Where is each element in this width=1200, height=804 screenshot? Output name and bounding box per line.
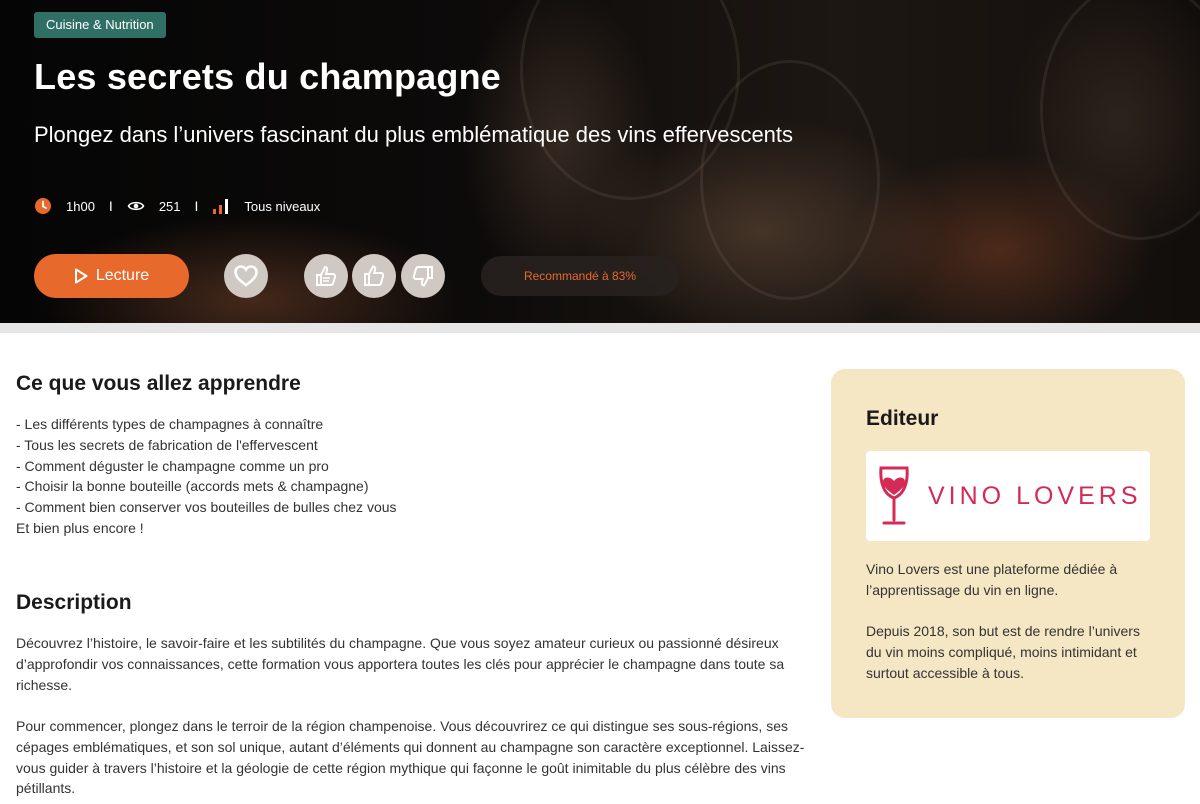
super-like-button[interactable] bbox=[304, 254, 348, 298]
heart-icon bbox=[234, 265, 258, 287]
views-count: 251 bbox=[158, 198, 181, 214]
course-title: Les secrets du champagne bbox=[34, 56, 501, 97]
recommendation-badge: Recommandé à 83% bbox=[481, 256, 679, 296]
course-meta: 1h00 I 251 I Tous niveaux bbox=[34, 197, 320, 215]
list-item: - Choisir la bonne bouteille (accords me… bbox=[16, 478, 369, 495]
level-label: Tous niveaux bbox=[244, 198, 321, 214]
level-bars-icon bbox=[212, 197, 230, 215]
hero-background-decoration bbox=[700, 60, 880, 300]
editor-description: Depuis 2018, son but est de rendre l’uni… bbox=[866, 623, 1140, 681]
play-button[interactable]: Lecture bbox=[34, 254, 189, 298]
course-subtitle: Plongez dans l’univers fascinant du plus… bbox=[34, 122, 794, 147]
course-hero: Cuisine & Nutrition Les secrets du champ… bbox=[0, 0, 1200, 323]
like-button[interactable] bbox=[352, 254, 396, 298]
play-button-label: Lecture bbox=[95, 267, 150, 284]
category-badge[interactable]: Cuisine & Nutrition bbox=[34, 12, 166, 38]
learn-section-title: Ce que vous allez apprendre bbox=[16, 372, 301, 395]
play-icon bbox=[74, 268, 88, 284]
editor-title: Editeur bbox=[866, 407, 939, 430]
double-thumbs-up-icon bbox=[316, 265, 337, 286]
learn-list: - Les différents types de champagnes à c… bbox=[16, 414, 397, 539]
wine-glass-icon bbox=[879, 466, 909, 525]
clock-icon bbox=[34, 197, 52, 215]
dislike-button[interactable] bbox=[401, 254, 445, 298]
list-item: - Tous les secrets de fabrication de l'e… bbox=[16, 436, 318, 453]
editor-description: Vino Lovers est une plateforme dédiée à … bbox=[866, 561, 1118, 598]
duration-value: 1h00 bbox=[66, 198, 95, 214]
description-paragraph: Découvrez l’histoire, le savoir-faire et… bbox=[16, 635, 785, 693]
list-item: - Comment bien conserver vos bouteilles … bbox=[16, 499, 397, 516]
meta-separator: I bbox=[194, 198, 199, 214]
editor-card: Editeur VINO LOVERS Vino Lovers est une … bbox=[831, 369, 1185, 718]
list-item: - Les différents types de champagnes à c… bbox=[16, 416, 324, 432]
hero-divider bbox=[0, 323, 1200, 333]
description-title: Description bbox=[16, 591, 132, 614]
thumbs-up-icon bbox=[364, 265, 385, 286]
meta-separator: I bbox=[108, 198, 113, 214]
eye-icon bbox=[127, 197, 145, 215]
thumbs-down-icon bbox=[412, 266, 433, 287]
editor-logo-text: VINO LOVERS bbox=[928, 481, 1142, 510]
list-item: - Comment déguster le champagne comme un… bbox=[16, 457, 329, 474]
hero-background-decoration bbox=[1040, 0, 1200, 240]
description-paragraph: Pour commencer, plongez dans le terroir … bbox=[16, 718, 805, 797]
favorite-button[interactable] bbox=[224, 254, 268, 298]
editor-logo[interactable]: VINO LOVERS bbox=[866, 451, 1150, 541]
list-item: Et bien plus encore ! bbox=[16, 519, 144, 536]
